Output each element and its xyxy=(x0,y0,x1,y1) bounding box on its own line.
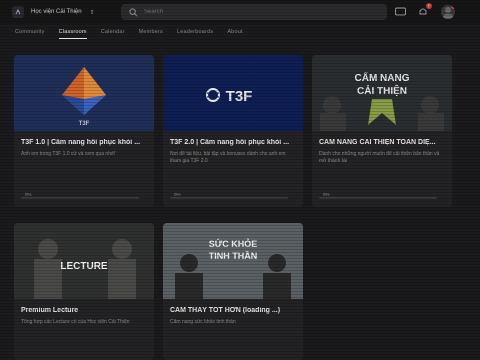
suc-khoe-cover-image: SỨC KHỎE TINH THẦN xyxy=(163,223,303,299)
lecture-cover-image: LECTURE xyxy=(14,223,154,299)
tab-calendar[interactable]: Calendar xyxy=(101,24,125,40)
group-name[interactable]: Học viện Cải Thiện xyxy=(31,9,82,15)
tab-members[interactable]: Members xyxy=(139,24,163,40)
group-logo[interactable] xyxy=(12,6,24,18)
progress-bar xyxy=(319,197,437,199)
search-input[interactable] xyxy=(144,9,364,15)
course-card-premium-lecture[interactable]: LECTURE Premium Lecture Tổng hợp các Lec… xyxy=(14,223,154,360)
group-switch-icon[interactable]: ⇕ xyxy=(90,9,95,16)
course-description: Nơi để tài liệu, bài tập và bonuses dành… xyxy=(170,151,286,164)
tab-leaderboards[interactable]: Leaderboards xyxy=(177,24,213,40)
thumb-logo-text: T3F xyxy=(226,88,253,105)
tab-community[interactable]: Community xyxy=(15,24,45,40)
thumb-heading-2: TINH THẦN xyxy=(209,251,258,261)
nav-tabs: Community Classroom Calendar Members Lea… xyxy=(0,24,480,40)
course-card-t3f-1[interactable]: T3F T3F 1.0 | Cẩm nang hồi phục khỏi ...… xyxy=(14,55,154,207)
progress-label: 0% xyxy=(323,192,330,197)
avatar[interactable] xyxy=(441,5,455,19)
progress-bar xyxy=(170,197,288,199)
course-title: Premium Lecture xyxy=(21,307,79,314)
tab-about[interactable]: About xyxy=(227,24,242,40)
cam-nang-cover-image: CẨM NANG CẢI THIỆN xyxy=(312,55,452,131)
course-thumbnail: SỨC KHỎE TINH THẦN xyxy=(163,223,303,299)
course-description: Dành cho những người muốn để cải thiện b… xyxy=(319,151,440,164)
course-card-cam-nang[interactable]: CẨM NANG CẢI THIỆN CẨM NANG CẢI THIỆN TO… xyxy=(312,55,452,207)
notification-bell-icon[interactable]: 1 xyxy=(417,3,432,18)
course-description: Tổng hợp các Lecture có của Học viện Cải… xyxy=(21,319,130,325)
course-title: CẢM THẤY TỐT HƠN (loading ...) xyxy=(170,307,281,314)
course-thumbnail: CẨM NANG CẢI THIỆN xyxy=(312,55,452,131)
course-card-t3f-2[interactable]: T3F T3F 2.0 | Cẩm nang hồi phục khỏi ...… xyxy=(163,55,303,207)
course-thumbnail: T3F xyxy=(14,55,154,131)
chat-icon[interactable] xyxy=(394,6,406,18)
tab-classroom[interactable]: Classroom xyxy=(58,24,87,40)
search-icon xyxy=(129,7,138,16)
course-progress: 0% xyxy=(170,192,288,199)
course-thumbnail: LECTURE xyxy=(14,223,154,299)
logo-icon xyxy=(15,8,21,15)
thumb-heading-1: CẨM NANG xyxy=(355,71,410,84)
course-title: T3F 1.0 | Cẩm nang hồi phục khỏi ... xyxy=(21,139,141,146)
avatar-badge xyxy=(451,5,455,9)
course-title: CẨM NANG CẢI THIỆN TOÀN DIỆ... xyxy=(319,139,436,146)
course-thumbnail: T3F xyxy=(163,55,303,131)
search-bar[interactable] xyxy=(121,4,387,20)
progress-label: 0% xyxy=(174,192,181,197)
t3f-wordmark-logo: T3F xyxy=(206,88,253,105)
progress-bar xyxy=(21,197,139,199)
progress-label: 0% xyxy=(25,192,32,197)
thumb-heading-2: CẢI THIỆN xyxy=(357,84,407,97)
course-description: Cẩm nang sức khỏe tinh thần xyxy=(170,319,236,325)
course-description: Anh em trong T3F 1.0 cứ và xem qua nhé! xyxy=(21,151,116,157)
course-card-suc-khoe[interactable]: SỨC KHỎE TINH THẦN CẢM THẤY TỐT HƠN (loa… xyxy=(163,223,303,360)
thumb-heading: LECTURE xyxy=(60,261,108,272)
notification-badge: 1 xyxy=(425,3,432,9)
thumb-logo-text: T3F xyxy=(79,121,90,127)
t3f-pyramid-logo: T3F xyxy=(62,67,106,127)
course-title: T3F 2.0 | Cẩm nang hồi phục khỏi ... xyxy=(170,139,290,146)
thumb-heading-1: SỨC KHỎE xyxy=(209,238,257,249)
course-progress: 0% xyxy=(319,192,437,199)
course-progress: 0% xyxy=(21,192,139,199)
